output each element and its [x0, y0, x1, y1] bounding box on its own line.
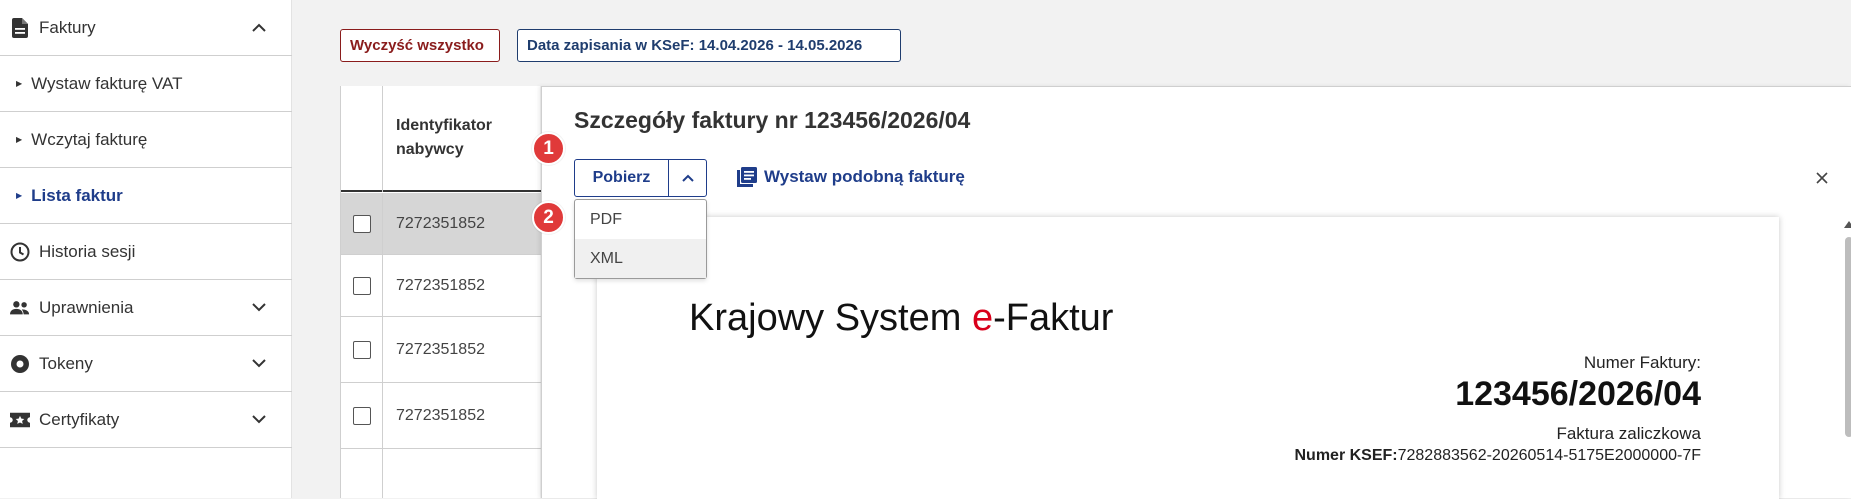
ksef-number: Numer KSEF:7282883562-20260514-5175E2000… — [1294, 447, 1701, 465]
document-title-prefix: Krajowy System — [689, 297, 972, 339]
chevron-down-icon[interactable] — [248, 353, 270, 375]
sidebar-item-label: Lista faktur — [31, 185, 123, 205]
row-checkbox[interactable] — [352, 340, 371, 359]
sidebar-item-label: Wczytaj fakturę — [31, 129, 148, 149]
sidebar-item-uprawnienia[interactable]: Uprawnienia — [0, 280, 292, 336]
ksef-number-value: 7282883562-20260514-5175E2000000-7F — [1397, 447, 1701, 464]
bullet-icon: ▶ — [16, 191, 23, 200]
download-menu-toggle[interactable] — [669, 160, 706, 196]
panel-title: Szczegóły faktury nr 123456/2026/04 — [574, 107, 971, 133]
close-icon[interactable] — [1811, 167, 1833, 189]
invoice-number-label: Numer Faktury: — [1583, 353, 1701, 372]
invoice-document: Krajowy System e-Faktur Numer Faktury: 1… — [597, 217, 1779, 499]
document-icon — [10, 17, 30, 38]
chevron-down-icon[interactable] — [248, 297, 270, 319]
sidebar-item-historia-sesji[interactable]: Historia sesji — [0, 224, 292, 280]
people-icon — [10, 298, 30, 318]
download-button[interactable]: Pobierz — [575, 160, 669, 196]
invoice-table: Identyfikator nabywcy 7272351852 7272351… — [340, 86, 541, 498]
certificate-icon — [10, 410, 30, 430]
clear-all-button[interactable]: Wyczyść wszystko — [340, 29, 500, 62]
preview-scrollbar[interactable] — [1842, 217, 1851, 499]
sidebar-item-wystaw-fakture[interactable]: ▶ Wystaw fakturę VAT — [0, 56, 292, 112]
sidebar-item-label: Wystaw fakturę VAT — [31, 73, 183, 93]
sidebar-item-label: Uprawnienia — [39, 297, 134, 317]
clock-icon — [10, 242, 30, 262]
token-icon — [10, 354, 30, 374]
buyer-id-cell: 7272351852 — [396, 406, 485, 424]
copy-document-icon — [737, 167, 757, 187]
create-similar-invoice-link[interactable]: Wystaw podobną fakturę — [737, 167, 965, 187]
table-row[interactable]: 7272351852 — [341, 317, 541, 383]
invoice-number: 123456/2026/04 — [1455, 375, 1701, 413]
sidebar-item-certyfikaty[interactable]: Certyfikaty — [0, 392, 292, 448]
checkbox-column-header — [341, 86, 383, 192]
chevron-up-icon[interactable] — [248, 17, 270, 39]
invoice-preview: Krajowy System e-Faktur Numer Faktury: 1… — [574, 217, 1851, 499]
sidebar: Faktury ▶ Wystaw fakturę VAT ▶ Wczytaj f… — [0, 0, 292, 498]
table-row[interactable]: 7272351852 — [341, 193, 541, 255]
step-badge-2: 2 — [532, 201, 565, 234]
row-checkbox[interactable] — [352, 276, 371, 295]
table-row — [341, 449, 541, 498]
invoice-detail-panel: Szczegóły faktury nr 123456/2026/04 Pobi… — [532, 86, 1851, 499]
document-title-suffix: -Faktur — [993, 297, 1114, 339]
date-filter-chip[interactable]: Data zapisania w KSeF: 14.04.2026 - 14.0… — [517, 29, 901, 62]
document-title-e: e — [971, 297, 994, 339]
sidebar-item-lista-faktur[interactable]: ▶ Lista faktur — [0, 168, 292, 224]
scroll-up-icon[interactable] — [1844, 221, 1851, 228]
chevron-down-icon[interactable] — [248, 409, 270, 431]
download-format-menu: PDF XML — [574, 199, 707, 279]
row-checkbox[interactable] — [352, 406, 371, 425]
document-title: Krajowy System e-Faktur — [689, 297, 1113, 340]
table-row[interactable]: 7272351852 — [341, 383, 541, 449]
buyer-id-cell: 7272351852 — [396, 340, 485, 358]
sidebar-item-wczytaj-fakture[interactable]: ▶ Wczytaj fakturę — [0, 112, 292, 168]
buyer-id-cell: 7272351852 — [396, 214, 485, 232]
chevron-up-icon — [681, 169, 694, 187]
table-row[interactable]: 7272351852 — [341, 255, 541, 317]
sidebar-item-label: Tokeny — [39, 353, 93, 373]
scrollbar-thumb[interactable] — [1845, 237, 1851, 437]
bullet-icon: ▶ — [16, 135, 23, 144]
sidebar-item-label: Historia sesji — [39, 241, 136, 261]
main-content: Wyczyść wszystko Data zapisania w KSeF: … — [292, 0, 1851, 499]
table-header: Identyfikator nabywcy — [341, 86, 541, 192]
sidebar-item-label: Certyfikaty — [39, 409, 120, 429]
bullet-icon: ▶ — [16, 79, 23, 88]
download-split-button: Pobierz — [574, 159, 707, 197]
step-badge-1: 1 — [532, 132, 565, 165]
invoice-type: Faktura zaliczkowa — [1556, 424, 1701, 443]
buyer-id-cell: 7272351852 — [396, 276, 485, 294]
sidebar-item-tokeny[interactable]: Tokeny — [0, 336, 292, 392]
ksef-number-label: Numer KSEF: — [1294, 447, 1398, 464]
menu-item-pdf[interactable]: PDF — [575, 200, 706, 239]
column-header-buyer-id[interactable]: Identyfikator nabywcy — [396, 114, 536, 162]
sidebar-item-label: Faktury — [39, 17, 96, 37]
menu-item-xml[interactable]: XML — [575, 239, 706, 278]
sidebar-item-faktury[interactable]: Faktury — [0, 0, 292, 56]
row-checkbox[interactable] — [352, 214, 371, 233]
create-similar-invoice-label: Wystaw podobną fakturę — [764, 167, 965, 186]
